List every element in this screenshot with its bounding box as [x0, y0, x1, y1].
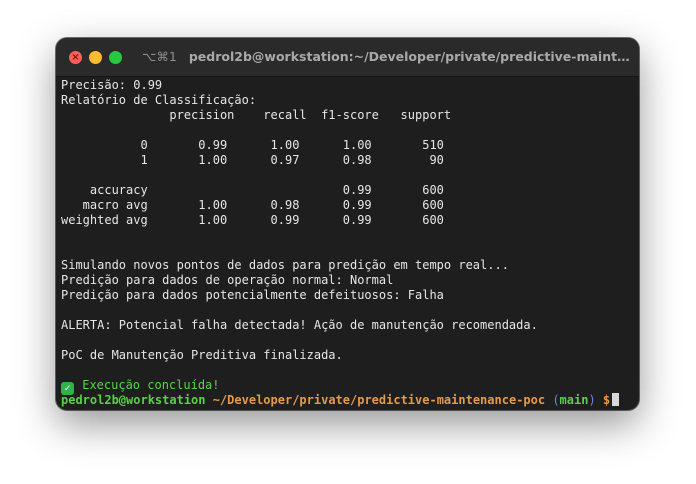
success-line: ✓ Execução concluída!	[61, 378, 633, 395]
close-icon: ×	[71, 52, 80, 63]
output-line: Precisão: 0.99	[61, 78, 163, 92]
output-line: accuracy 0.99 600	[61, 183, 444, 197]
zoom-button[interactable]	[109, 51, 122, 64]
output-line: 1 1.00 0.97 0.98 90	[61, 153, 444, 167]
prompt-branch: main	[559, 393, 589, 407]
prompt-paren-close: )	[588, 393, 596, 407]
output-line: Predição para dados de operação normal: …	[61, 273, 394, 287]
output-line: ALERTA: Potencial falha detectada! Ação …	[61, 318, 538, 332]
terminal-window: × ⌥⌘1 pedrol2b@workstation:~/Developer/pr…	[56, 38, 639, 410]
output-line: precision recall f1-score support	[61, 108, 452, 122]
window-shortcut: ⌥⌘1	[142, 49, 177, 64]
text-cursor	[612, 393, 620, 406]
terminal-output[interactable]: Precisão: 0.99 Relatório de Classificaçã…	[61, 78, 633, 408]
title-bar[interactable]: × ⌥⌘1 pedrol2b@workstation:~/Developer/pr…	[56, 38, 639, 77]
success-message: Execução concluída!	[82, 378, 220, 392]
minimize-button[interactable]	[89, 51, 102, 64]
output-line: macro avg 1.00 0.98 0.99 600	[61, 198, 444, 212]
close-button[interactable]: ×	[69, 51, 82, 64]
prompt-symbol: $	[602, 393, 611, 407]
prompt-user-host: pedrol2b@workstation	[61, 393, 206, 407]
output-line: weighted avg 1.00 0.99 0.99 600	[61, 213, 444, 227]
output-line: Predição para dados potencialmente defei…	[61, 288, 444, 302]
prompt-line[interactable]: pedrol2b@workstation ~/Developer/private…	[61, 393, 633, 408]
output-line: Relatório de Classificação:	[61, 93, 257, 107]
prompt-path: ~/Developer/private/predictive-maintenan…	[212, 393, 546, 407]
window-title: ⌥⌘1 pedrol2b@workstation:~/Developer/priv…	[142, 49, 630, 65]
output-line: Simulando novos pontos de dados para pre…	[61, 258, 509, 272]
window-title-text: pedrol2b@workstation:~/Developer/private…	[188, 49, 630, 64]
prompt-paren-open: (	[552, 393, 560, 407]
output-line: PoC de Manutenção Preditiva finalizada.	[61, 348, 343, 362]
output-line: 0 0.99 1.00 1.00 510	[61, 138, 444, 152]
